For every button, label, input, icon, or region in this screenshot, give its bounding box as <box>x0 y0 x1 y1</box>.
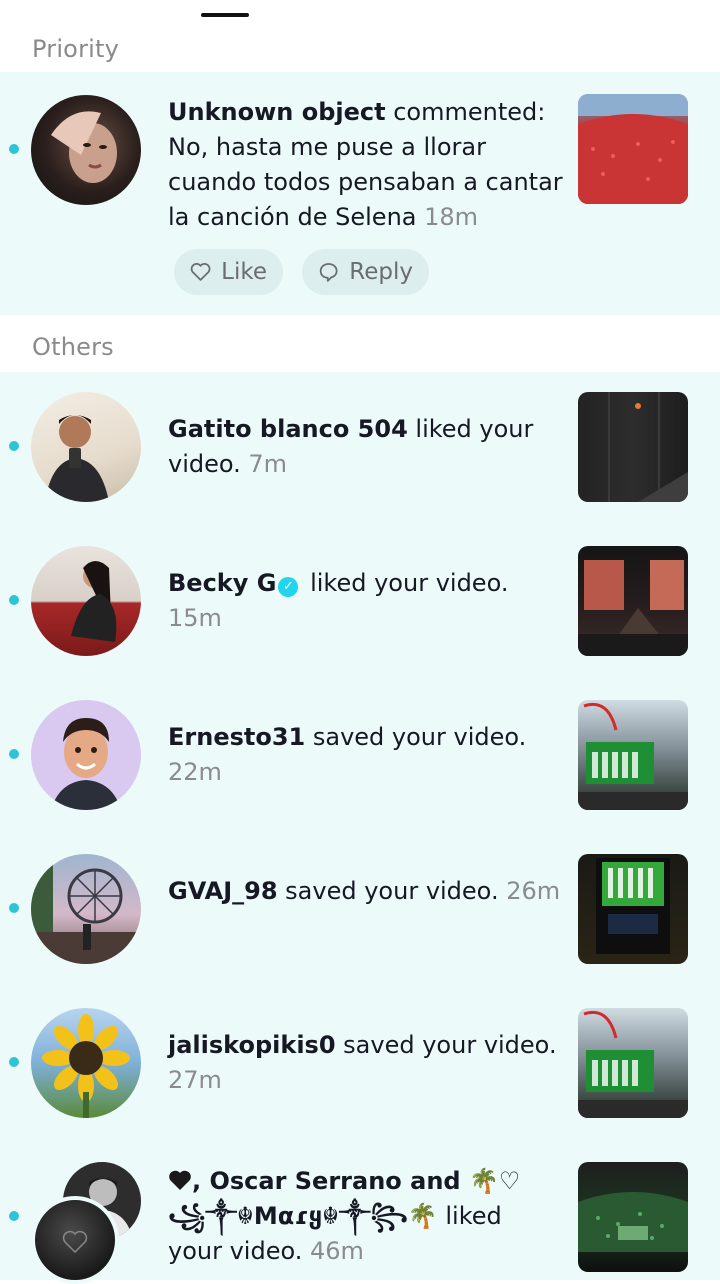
unread-dot <box>9 1211 19 1221</box>
avatar[interactable] <box>31 1196 119 1284</box>
video-thumbnail[interactable] <box>578 1008 688 1118</box>
thumbnail-image <box>578 703 688 810</box>
video-thumbnail[interactable] <box>578 1162 688 1272</box>
unread-dot <box>9 749 19 759</box>
notification-text: jaliskopikis0 saved your video. 27m <box>168 1028 563 1098</box>
heart-icon <box>62 1230 88 1254</box>
list-item[interactable]: Gatito blanco 504 liked your video. 7m <box>0 372 720 526</box>
user-name[interactable]: GVAJ_98 <box>168 877 278 905</box>
thumbnail-image <box>578 1011 688 1118</box>
black-heart-icon <box>169 1170 191 1190</box>
user-name[interactable]: jaliskopikis0 <box>168 1031 336 1059</box>
action-text: saved your video. <box>335 1031 557 1059</box>
timestamp: 26m <box>506 877 561 905</box>
heart-icon <box>190 263 211 281</box>
action-text: liked your video. <box>302 569 509 597</box>
thumbnail-image <box>578 94 688 204</box>
priority-notification[interactable]: Unknown object commented: No, hasta me p… <box>0 72 720 315</box>
verified-badge-icon: ✓ <box>278 577 299 597</box>
like-button[interactable]: Like <box>174 249 283 295</box>
comment-bubble-icon <box>319 263 338 282</box>
user-name[interactable]: Ernesto31 <box>168 723 305 751</box>
unread-dot <box>9 441 19 451</box>
thumbnail-image <box>578 560 688 656</box>
avatar-photo <box>51 718 121 810</box>
timestamp: 27m <box>168 1066 222 1094</box>
priority-section-title: Priority <box>32 35 120 63</box>
action-text: saved your video. <box>305 723 527 751</box>
tab-indicator <box>201 13 249 17</box>
avatar[interactable] <box>31 95 141 205</box>
priority-notification-text: Unknown object commented: No, hasta me p… <box>168 95 563 235</box>
thumbnail-image <box>596 858 670 954</box>
action-text: saved your video. <box>277 877 507 905</box>
avatar-photo <box>71 561 117 642</box>
list-item[interactable]: Ernesto31 saved your video. 22m <box>0 680 720 834</box>
avatar-photo <box>51 111 117 183</box>
avatar[interactable] <box>31 546 141 656</box>
unread-dot <box>9 144 19 154</box>
unread-dot <box>9 595 19 605</box>
like-label: Like <box>221 259 267 285</box>
video-thumbnail[interactable] <box>578 700 688 810</box>
video-thumbnail[interactable] <box>578 546 688 656</box>
video-thumbnail[interactable] <box>578 392 688 502</box>
avatar[interactable] <box>31 854 141 964</box>
avatar-photo <box>45 415 109 502</box>
video-thumbnail[interactable] <box>578 94 688 204</box>
list-item[interactable]: jaliskopikis0 saved your video. 27m <box>0 988 720 1142</box>
avatar-photo <box>42 1014 130 1118</box>
avatar[interactable] <box>31 392 141 502</box>
user-name[interactable]: Unknown object <box>168 98 386 126</box>
list-item[interactable]: Becky G ✓ liked your video. 15m <box>0 526 720 680</box>
avatar[interactable] <box>31 1008 141 1118</box>
notification-text: GVAJ_98 saved your video. 26m <box>168 874 563 909</box>
reply-label: Reply <box>349 259 413 285</box>
reply-button[interactable]: Reply <box>302 249 429 295</box>
thumbnail-image <box>578 1192 688 1252</box>
notification-text: Becky G ✓ liked your video. 15m <box>168 566 563 636</box>
others-section-title: Others <box>32 333 114 361</box>
notification-text: Gatito blanco 504 liked your video. 7m <box>168 412 563 482</box>
notification-text: Ernesto31 saved your video. 22m <box>168 720 563 790</box>
others-list: Gatito blanco 504 liked your video. 7m B… <box>0 372 720 1284</box>
timestamp: 18m <box>424 203 479 231</box>
user-name[interactable]: Becky G <box>168 569 276 597</box>
timestamp: 15m <box>168 604 222 632</box>
notification-text: , Oscar Serrano and 🌴♡ ꧁༒☬Mαɾყ☬༒꧂🌴 liked… <box>168 1164 563 1269</box>
list-item[interactable]: , Oscar Serrano and 🌴♡ ꧁༒☬Mαɾყ☬༒꧂🌴 liked… <box>0 1142 720 1284</box>
timestamp: 46m <box>309 1237 364 1265</box>
timestamp: 22m <box>168 758 222 786</box>
user-name[interactable]: Gatito blanco 504 <box>168 415 408 443</box>
unread-dot <box>9 1057 19 1067</box>
avatar-photo <box>31 854 141 964</box>
thumbnail-image <box>608 392 688 502</box>
list-item[interactable]: GVAJ_98 saved your video. 26m <box>0 834 720 988</box>
unread-dot <box>9 903 19 913</box>
avatar[interactable] <box>31 700 141 810</box>
video-thumbnail[interactable] <box>578 854 688 964</box>
timestamp: 7m <box>248 450 288 478</box>
user-names[interactable]: , Oscar Serrano and <box>192 1167 469 1195</box>
